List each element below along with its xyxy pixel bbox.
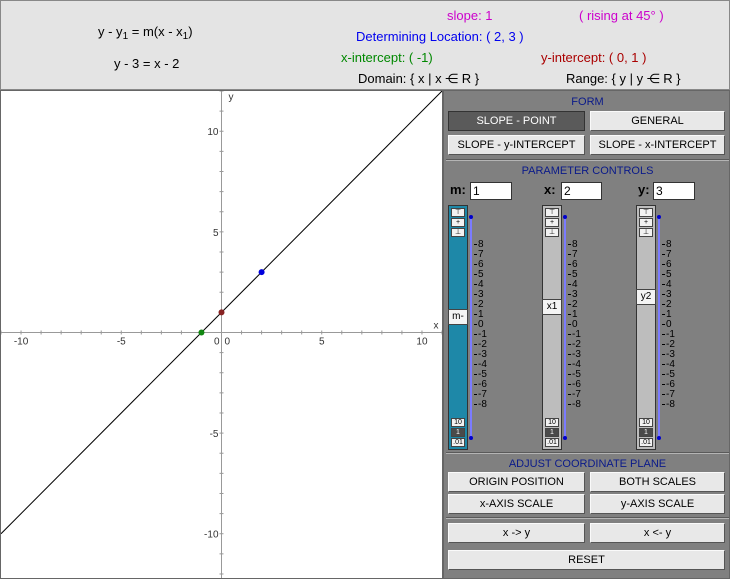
y-axis-label: y xyxy=(229,92,234,103)
track-top-dot xyxy=(657,215,661,219)
x-from-y-button[interactable]: x <- y xyxy=(590,523,725,543)
app-window: y - y1 = m(x - x1) y - 3 = x - 2 slope: … xyxy=(0,0,730,579)
separator xyxy=(446,159,729,161)
adjust-plane-title: ADJUST COORDINATE PLANE xyxy=(508,458,667,470)
separator xyxy=(446,517,729,519)
track-top-dot xyxy=(469,215,473,219)
origin-label: 0 xyxy=(225,336,231,347)
step-10-button[interactable]: 10 xyxy=(639,418,653,427)
fine-up-button[interactable]: ⊥ xyxy=(639,228,653,237)
x-slider-track xyxy=(564,218,566,438)
coarse-up-button[interactable]: ⊤ xyxy=(545,208,559,217)
step-up-button[interactable]: + xyxy=(545,218,559,227)
m-input[interactable]: 1 xyxy=(470,182,512,200)
y-axis-scale-button[interactable]: y-AXIS SCALE xyxy=(590,494,725,514)
track-top-dot xyxy=(563,215,567,219)
step-1-button[interactable]: 1 xyxy=(545,428,559,437)
slope-y-intercept-button[interactable]: SLOPE - y-INTERCEPT xyxy=(448,135,585,155)
y-tick-label: -10 xyxy=(204,530,219,541)
origin-position-button[interactable]: ORIGIN POSITION xyxy=(448,472,585,492)
scale-tick: -8 xyxy=(474,400,490,410)
step-up-button[interactable]: + xyxy=(451,218,465,227)
y-tick-label: -5 xyxy=(210,429,219,440)
step-1-button[interactable]: 1 xyxy=(639,428,653,437)
track-bottom-dot xyxy=(657,436,661,440)
y-tick-label: 10 xyxy=(207,127,219,138)
x-axis-scale-button[interactable]: x-AXIS SCALE xyxy=(448,494,585,514)
m-slider-thumb[interactable]: m- xyxy=(448,309,468,325)
fine-up-button[interactable]: ⊥ xyxy=(545,228,559,237)
step-10-button[interactable]: 10 xyxy=(545,418,559,427)
x-input[interactable]: 2 xyxy=(561,182,602,200)
y-intercept-text: y-intercept: ( 0, 1 ) xyxy=(541,50,647,65)
formula-specific: y - 3 = x - 2 xyxy=(114,56,180,71)
control-panel: FORM SLOPE - POINT GENERAL SLOPE - y-INT… xyxy=(443,90,730,579)
x-label: x: xyxy=(544,182,556,197)
parameter-controls-title: PARAMETER CONTROLS xyxy=(521,165,654,177)
both-scales-button[interactable]: BOTH SCALES xyxy=(590,472,725,492)
y-slider[interactable]: ⊤ + ⊥ y2 10 1 .01 xyxy=(636,205,656,450)
track-bottom-dot xyxy=(469,436,473,440)
step-001-button[interactable]: .01 xyxy=(545,438,559,447)
step-001-button[interactable]: .01 xyxy=(451,438,465,447)
x-tick-label: 5 xyxy=(319,336,325,347)
determining-location: Determining Location: ( 2, 3 ) xyxy=(356,29,524,44)
x-tick-label: 10 xyxy=(416,336,428,347)
step-10-button[interactable]: 10 xyxy=(451,418,465,427)
range-text: Range: { y | y ⋲ R } xyxy=(566,71,681,86)
coarse-up-button[interactable]: ⊤ xyxy=(639,208,653,217)
x-tick-label: -10 xyxy=(14,336,29,347)
x-slider[interactable]: ⊤ + ⊥ x1 10 1 .01 xyxy=(542,205,562,450)
equation-header: y - y1 = m(x - x1) y - 3 = x - 2 slope: … xyxy=(0,0,730,90)
y-tick-label: 5 xyxy=(213,228,219,239)
step-up-button[interactable]: + xyxy=(639,218,653,227)
coarse-up-button[interactable]: ⊤ xyxy=(451,208,465,217)
step-001-button[interactable]: .01 xyxy=(639,438,653,447)
graph-canvas[interactable]: -10 -5 0 5 10 10 5 -5 -10 0 y x xyxy=(1,91,442,578)
formula-general: y - y1 = m(x - x1) xyxy=(98,24,193,42)
y-input[interactable]: 3 xyxy=(653,182,695,200)
scale-tick: -8 xyxy=(568,400,584,410)
y-label: y: xyxy=(638,182,650,197)
x-intercept-point xyxy=(198,329,205,336)
separator xyxy=(446,452,729,454)
x-intercept-text: x-intercept: ( -1) xyxy=(341,50,433,65)
x-tick-label: -5 xyxy=(117,336,126,347)
m-slider[interactable]: ⊤ + ⊥ m- 10 1 .01 xyxy=(448,205,468,450)
track-bottom-dot xyxy=(563,436,567,440)
reset-button[interactable]: RESET xyxy=(448,550,725,570)
x-to-y-button[interactable]: x -> y xyxy=(448,523,585,543)
step-1-button[interactable]: 1 xyxy=(451,428,465,437)
scale-tick: -8 xyxy=(662,400,678,410)
m-slider-track xyxy=(470,218,472,438)
coordinate-plane[interactable]: -10 -5 0 5 10 10 5 -5 -10 0 y x xyxy=(0,90,443,579)
y-slider-track xyxy=(658,218,660,438)
y-slider-thumb[interactable]: y2 xyxy=(636,289,656,305)
slope-point-button[interactable]: SLOPE - POINT xyxy=(448,111,585,131)
slope-text: slope: 1 xyxy=(447,8,493,23)
fine-up-button[interactable]: ⊥ xyxy=(451,228,465,237)
form-section-title: FORM xyxy=(571,96,604,108)
rising-text: ( rising at 45° ) xyxy=(579,8,664,23)
determining-point xyxy=(258,269,265,276)
m-label: m: xyxy=(450,182,466,197)
x-slider-thumb[interactable]: x1 xyxy=(542,299,562,315)
general-form-button[interactable]: GENERAL xyxy=(590,111,725,131)
x-tick-label: 0 xyxy=(214,336,220,347)
domain-text: Domain: { x | x ⋲ R } xyxy=(358,71,480,86)
slope-x-intercept-button[interactable]: SLOPE - x-INTERCEPT xyxy=(590,135,725,155)
x-axis-label: x xyxy=(434,320,439,331)
y-intercept-point xyxy=(218,309,225,316)
